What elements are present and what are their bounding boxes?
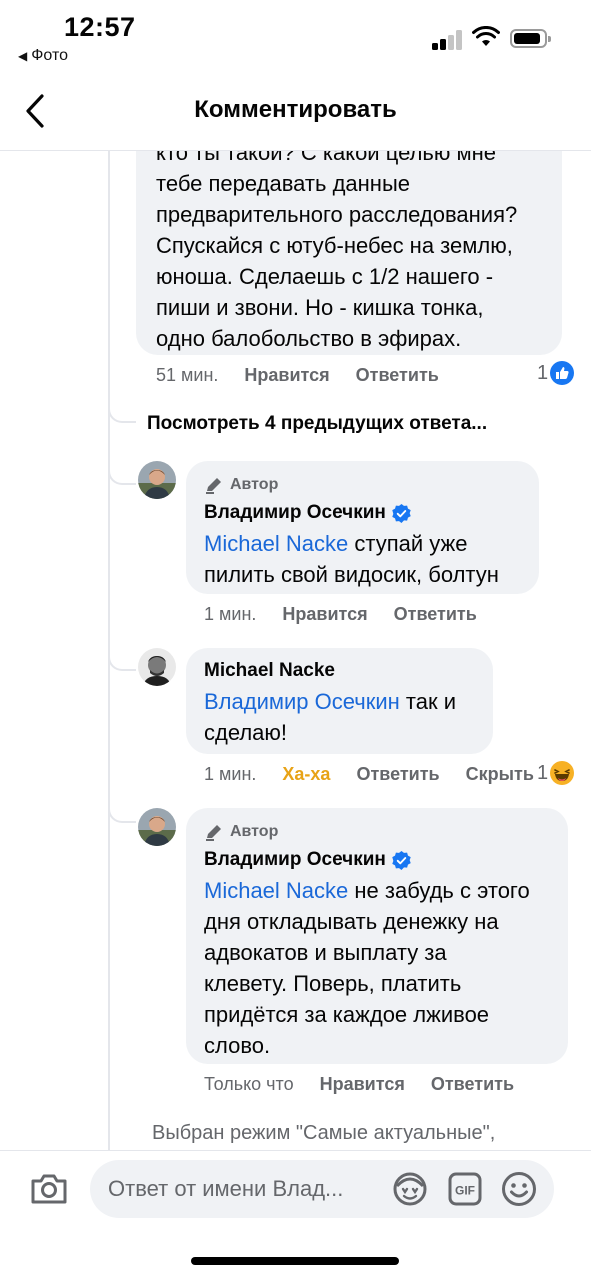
top-comment-line: предварительного расследования? — [156, 202, 518, 227]
like-button[interactable]: Нравится — [320, 1074, 405, 1095]
reply-actions: 1 мин. Нравится Ответить — [204, 604, 477, 625]
top-comment-line: одно балобольство в эфирах. — [156, 326, 462, 351]
reply-text-part: ступай уже — [348, 531, 468, 556]
reply-text-part: так и — [399, 689, 456, 714]
like-icon — [550, 361, 575, 385]
view-previous-replies-link[interactable]: Посмотреть 4 предыдущих ответа... — [147, 413, 487, 435]
mention-link[interactable]: Владимир Осечкин — [204, 689, 400, 714]
sort-mode-note: Выбран режим "Самые актуальные", — [152, 1122, 496, 1144]
commenter-name[interactable]: Владимир Осечкин — [204, 849, 386, 871]
author-badge: Автор — [204, 823, 278, 841]
comment-time: 1 мин. — [204, 604, 257, 624]
reply-button[interactable]: Ответить — [394, 604, 477, 625]
commenter-name-row[interactable]: Michael Nacke — [204, 660, 335, 682]
reaction-count: 1 — [537, 761, 549, 784]
comment-time: 51 мин. — [156, 365, 219, 385]
commenter-name[interactable]: Michael Nacke — [204, 660, 335, 682]
reply-bubble: Автор Владимир Осечкин Michael Nacke не … — [186, 808, 568, 1064]
back-app-label: Фото — [31, 47, 68, 64]
author-badge: Автор — [204, 476, 278, 494]
pencil-icon — [206, 478, 221, 494]
cellular-signal-icon — [432, 30, 464, 50]
comment-time: Только что — [204, 1074, 294, 1094]
top-comment-line: юноша. Сделаешь с 1/2 нашего - — [156, 264, 494, 289]
reply-bubble: Michael Nacke Владимир Осечкин так и сде… — [186, 648, 493, 754]
reply-button[interactable]: Ответить — [431, 1074, 514, 1095]
thread-branch — [108, 463, 136, 485]
mention-link[interactable]: Michael Nacke — [204, 878, 348, 903]
top-comment-line: пиши и звони. Но - кишка тонка, — [156, 295, 484, 320]
commenter-name[interactable]: Владимир Осечкин — [204, 502, 386, 524]
top-comment-bubble: кто ты такой? С какой целью мне тебе пер… — [136, 151, 562, 355]
thread-branch — [108, 649, 136, 671]
emoji-icon[interactable] — [501, 1171, 537, 1207]
top-comment-line: тебе передавать данные — [156, 171, 410, 196]
reply-text-line: клевету. Поверь, платить — [204, 971, 462, 996]
reply-button[interactable]: Ответить — [356, 365, 439, 386]
top-comment-text: кто ты такой? С какой целью мне тебе пер… — [156, 151, 517, 354]
avatar[interactable] — [138, 648, 176, 686]
reply-text-line: дня откладывать денежку на — [204, 909, 499, 934]
commenter-name-row[interactable]: Владимир Осечкин — [204, 849, 411, 871]
avatar[interactable] — [138, 808, 176, 846]
like-button[interactable]: Нравится — [282, 604, 367, 625]
reply-text-part: не забудь с этого — [348, 878, 530, 903]
commenter-name-row[interactable]: Владимир Осечкин — [204, 502, 411, 524]
haha-reaction-button[interactable]: Ха-ха — [282, 764, 330, 785]
author-badge-label: Автор — [230, 823, 279, 840]
top-comment-line: Спускайся с ютуб-небес на землю, — [156, 233, 513, 258]
comment-time: 1 мин. — [204, 764, 257, 784]
author-badge-label: Автор — [230, 476, 279, 493]
composer-divider — [0, 1150, 591, 1151]
reply-actions: Только что Нравится Ответить — [204, 1074, 514, 1095]
reply-text: Michael Nacke не забудь с этого дня откл… — [204, 875, 564, 1061]
avatar[interactable] — [138, 461, 176, 499]
page-title: Комментировать — [194, 96, 397, 123]
reply-text: Владимир Осечкин так и сделаю! — [204, 686, 489, 748]
pencil-icon — [206, 825, 221, 841]
reply-button[interactable]: Ответить — [356, 764, 439, 785]
verified-badge-icon — [392, 850, 411, 870]
top-comment-line: кто ты такой? С какой целью мне — [156, 151, 496, 165]
reply-text-line: придётся за каждое лживое — [204, 1002, 490, 1027]
svg-text:GIF: GIF — [455, 1184, 475, 1198]
comment-thread[interactable]: кто ты такой? С какой целью мне тебе пер… — [0, 151, 591, 1151]
reply-bubble: Автор Владимир Осечкин Michael Nacke сту… — [186, 461, 539, 594]
reply-text-line: адвокатов и выплату за — [204, 940, 447, 965]
reply-text-line: сделаю! — [204, 720, 288, 745]
back-to-app-link[interactable]: ◀ Фото — [18, 47, 68, 65]
home-indicator[interactable] — [191, 1257, 399, 1265]
thread-branch — [108, 401, 136, 423]
gif-icon[interactable]: GIF — [448, 1172, 482, 1206]
reaction-summary[interactable]: 1 — [537, 761, 575, 785]
hide-button[interactable]: Скрыть — [466, 764, 534, 785]
avatar-photo-icon — [138, 808, 176, 846]
status-time: 12:57 — [64, 12, 136, 42]
avatar-photo-icon — [138, 461, 176, 499]
reply-text: Michael Nacke ступай уже пилить свой вид… — [204, 528, 534, 590]
verified-badge-icon — [392, 503, 411, 523]
camera-icon[interactable] — [30, 1172, 68, 1206]
like-button[interactable]: Нравится — [244, 365, 329, 386]
wifi-icon — [472, 26, 500, 46]
battery-icon — [510, 29, 551, 48]
reply-text-line: пилить свой видосик, болтун — [204, 562, 499, 587]
mention-link[interactable]: Michael Nacke — [204, 531, 348, 556]
reaction-count: 1 — [537, 361, 549, 384]
avatar-photo-icon — [138, 648, 176, 686]
top-comment-actions: 51 мин. Нравится Ответить — [156, 365, 439, 386]
haha-icon — [550, 761, 575, 785]
reply-text-line: слово. — [204, 1033, 271, 1058]
back-arrow-small-icon: ◀ — [18, 49, 28, 63]
comment-input-placeholder[interactable]: Ответ от имени Влад... — [108, 1176, 343, 1202]
reaction-summary[interactable]: 1 — [537, 361, 575, 385]
avatar-sticker-icon[interactable] — [392, 1172, 428, 1206]
thread-branch — [108, 801, 136, 823]
reply-actions: 1 мин. Ха-ха Ответить Скрыть — [204, 764, 534, 785]
